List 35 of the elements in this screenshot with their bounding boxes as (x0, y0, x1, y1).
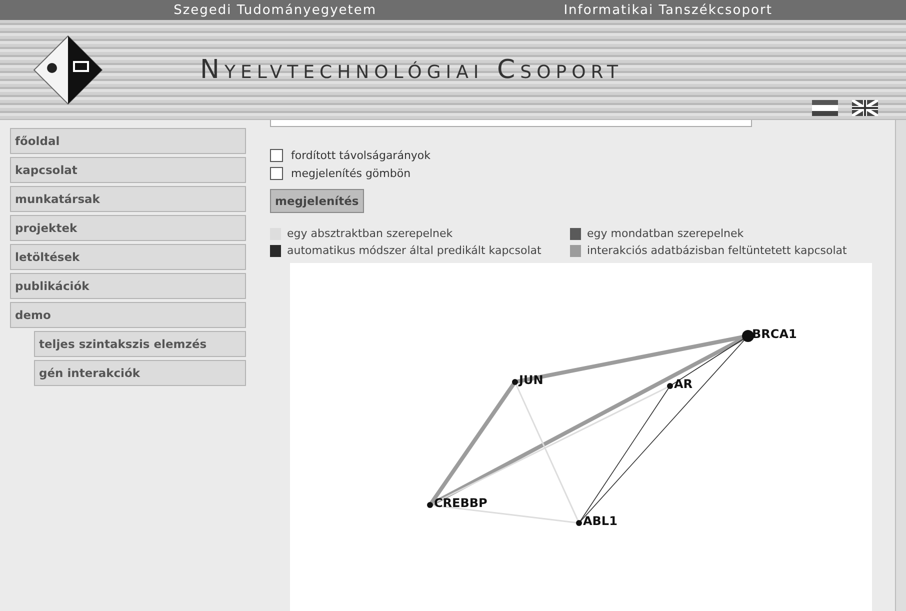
uk-flag-icon[interactable] (852, 100, 878, 116)
node-label: BRCA1 (752, 327, 797, 341)
input-field[interactable] (270, 120, 752, 127)
hungarian-flag-icon[interactable] (812, 100, 838, 116)
graph-node[interactable] (427, 502, 433, 508)
graph-node[interactable] (667, 383, 673, 389)
graph-node[interactable] (576, 520, 582, 526)
site-title: Nyelvtechnológiai Csoport (200, 55, 623, 85)
node-label: ABL1 (583, 514, 618, 528)
university-name: Szegedi Tudományegyetem (174, 2, 377, 18)
graph-node[interactable] (742, 330, 754, 342)
option-label: megjelenítés gömbön (291, 167, 411, 180)
nav-item[interactable]: kapcsolat (10, 157, 246, 183)
nav-item[interactable]: letöltések (10, 244, 246, 270)
nav-item[interactable]: publikációk (10, 273, 246, 299)
graph-node[interactable] (512, 379, 518, 385)
legend-label: egy mondatban szerepelnek (587, 227, 744, 240)
legend-label: interakciós adatbázisban feltüntetett kapcsolat (587, 244, 847, 257)
node-label: AR (674, 377, 693, 391)
nav-subitem[interactable]: teljes szintakszis elemzés (34, 331, 246, 357)
checkbox[interactable] (270, 149, 283, 162)
node-label: JUN (519, 373, 544, 387)
option-label: fordított távolságarányok (291, 149, 431, 162)
department-name: Informatikai Tanszékcsoport (564, 2, 772, 18)
nav-item[interactable]: demo (10, 302, 246, 328)
nav-item[interactable]: projektek (10, 215, 246, 241)
scrollbar[interactable] (895, 120, 906, 611)
legend-label: egy absztraktban szerepelnek (287, 227, 453, 240)
nav-item[interactable]: munkatársak (10, 186, 246, 212)
legend-label: automatikus módszer által predikált kapcsolat (287, 244, 542, 257)
node-label: CREBBP (434, 496, 488, 510)
checkbox[interactable] (270, 167, 283, 180)
display-button[interactable]: megjelenítés (270, 189, 364, 213)
nav-subitem[interactable]: gén interakciók (34, 360, 246, 386)
nav-item[interactable]: főoldal (10, 128, 246, 154)
